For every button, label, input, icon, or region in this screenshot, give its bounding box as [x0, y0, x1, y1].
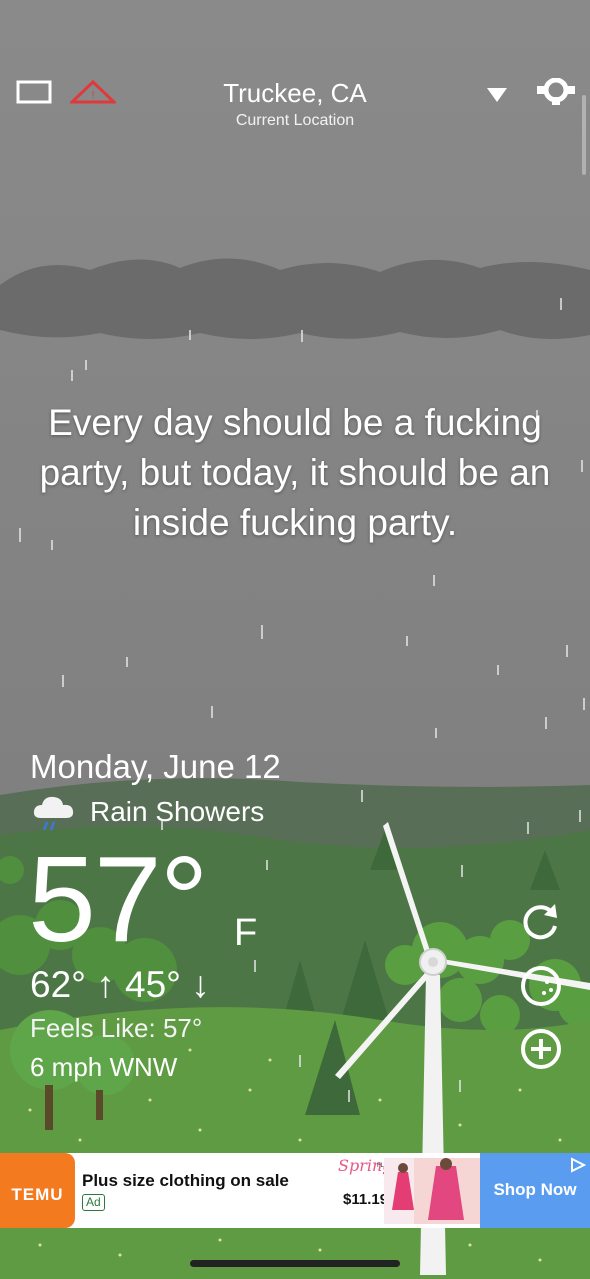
gear-icon[interactable]: [535, 78, 577, 106]
shop-now-label: Shop Now: [493, 1180, 577, 1199]
rain-cloud-icon: [33, 796, 74, 831]
cloud-band: [0, 258, 590, 339]
ad-headline[interactable]: Plus size clothing on sale: [82, 1171, 289, 1191]
location-subtitle: Current Location: [235, 112, 355, 129]
ad-badge: Ad: [82, 1194, 105, 1211]
add-location-icon[interactable]: [519, 1027, 563, 1071]
wind-speed: 6 mph WNW: [30, 1052, 178, 1082]
scrollbar[interactable]: [582, 95, 586, 175]
ad-dress-image: [384, 1158, 480, 1224]
weather-scene: [0, 0, 590, 1279]
high-low-temperature: 62° ↑ 45° ↓: [30, 964, 210, 1005]
home-indicator: [190, 1260, 400, 1267]
ad-price: $11.19: [343, 1191, 389, 1208]
radar-icon[interactable]: [519, 964, 563, 1008]
weather-quote: Every day should be a fucking party, but…: [39, 402, 551, 543]
current-temperature: 57°: [28, 831, 208, 967]
date-label: Monday, June 12: [30, 748, 281, 785]
feels-like: Feels Like: 57°: [30, 1013, 203, 1043]
condition-label: Rain Showers: [90, 796, 265, 827]
temu-brand-text: TEMU: [11, 1185, 64, 1204]
dropdown-arrow-icon[interactable]: [485, 86, 509, 104]
refresh-icon[interactable]: [519, 900, 563, 944]
temperature-unit[interactable]: F: [234, 912, 257, 955]
adchoices-icon[interactable]: [568, 1156, 588, 1174]
